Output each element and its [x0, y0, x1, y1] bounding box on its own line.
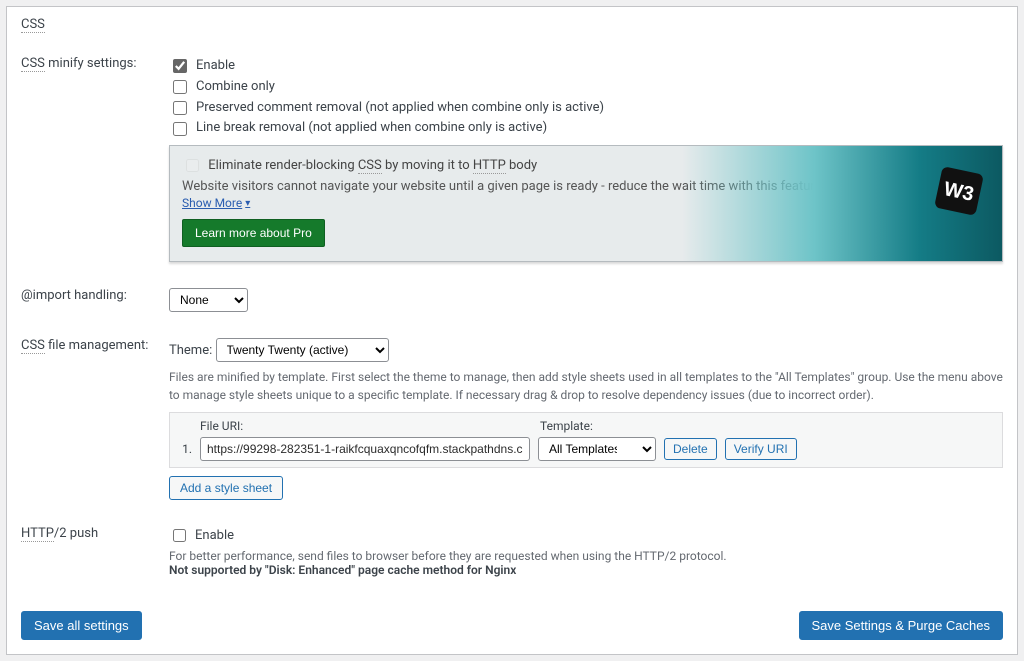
opt-combine-text: Combine only — [196, 77, 275, 98]
file-headers: File URI: Template: — [178, 419, 994, 433]
promo-checkbox-disabled — [186, 159, 199, 172]
opt-preserved-text: Preserved comment removal (not applied w… — [196, 98, 604, 119]
footer-actions: Save all settings Save Settings & Purge … — [21, 611, 1003, 640]
row-minify: CSS minify settings: Enable Combine only… — [21, 56, 1003, 262]
file-list-block: File URI: Template: 1. All Templates Del… — [169, 412, 1003, 468]
promo-desc: Website visitors cannot navigate your we… — [182, 179, 990, 194]
verify-uri-button[interactable]: Verify URI — [725, 438, 797, 460]
row-http2-push: HTTP/2 push Enable For better performanc… — [21, 526, 1003, 577]
opt-combine-checkbox[interactable] — [173, 80, 187, 94]
theme-line: Theme: Twenty Twenty (active) — [169, 338, 1003, 362]
save-purge-button[interactable]: Save Settings & Purge Caches — [799, 611, 1004, 640]
promo-headline: Eliminate render-blocking CSS by moving … — [182, 156, 990, 175]
file-uri-input[interactable] — [200, 437, 530, 461]
promo-show-more[interactable]: Show More ▾ — [182, 196, 250, 210]
opt-enable[interactable]: Enable — [169, 56, 1003, 77]
http2-desc: For better performance, send files to br… — [169, 549, 1003, 563]
file-template-select[interactable]: All Templates — [538, 437, 656, 461]
pro-promo-box: W3 Eliminate render-blocking CSS by movi… — [169, 145, 1003, 262]
import-handling-select[interactable]: None — [169, 288, 248, 312]
opt-preserved-checkbox[interactable] — [173, 101, 187, 115]
opt-linebreak[interactable]: Line break removal (not applied when com… — [169, 118, 1003, 139]
opt-enable-checkbox[interactable] — [173, 59, 187, 73]
minify-options: Enable Combine only Preserved comment re… — [169, 56, 1003, 139]
delete-button[interactable]: Delete — [664, 438, 717, 460]
learn-pro-button[interactable]: Learn more about Pro — [182, 219, 325, 247]
http2-label: HTTP/2 push — [21, 526, 169, 541]
opt-enable-text: Enable — [196, 56, 235, 77]
chevron-down-icon: ▾ — [245, 198, 250, 209]
http2-enable-text: Enable — [195, 528, 234, 543]
opt-combine[interactable]: Combine only — [169, 77, 1003, 98]
import-label: @import handling: — [21, 288, 169, 303]
minify-label: CSS minify settings: — [21, 56, 169, 71]
col-uri-header: File URI: — [200, 419, 532, 433]
theme-select[interactable]: Twenty Twenty (active) — [216, 338, 389, 362]
save-all-button[interactable]: Save all settings — [21, 611, 142, 640]
file-mgmt-label: CSS file management: — [21, 338, 169, 353]
css-settings-panel: CSS CSS minify settings: Enable Combine … — [6, 6, 1018, 655]
file-mgmt-help: Files are minified by template. First se… — [169, 368, 1003, 404]
row-file-management: CSS file management: Theme: Twenty Twent… — [21, 338, 1003, 500]
http2-enable-checkbox[interactable] — [173, 529, 186, 542]
opt-linebreak-text: Line break removal (not applied when com… — [196, 118, 547, 139]
theme-label-text: Theme: — [169, 343, 212, 358]
row-import-handling: @import handling: None — [21, 288, 1003, 312]
opt-preserved[interactable]: Preserved comment removal (not applied w… — [169, 98, 1003, 119]
col-tpl-header: Template: — [540, 419, 660, 433]
file-row-idx: 1. — [178, 442, 192, 456]
file-row-1: 1. All Templates Delete Verify URI — [178, 437, 994, 461]
opt-linebreak-checkbox[interactable] — [173, 122, 187, 136]
section-title: CSS — [21, 17, 1003, 32]
add-style-sheet-button[interactable]: Add a style sheet — [169, 476, 283, 500]
http2-unsupported: Not supported by "Disk: Enhanced" page c… — [169, 563, 1003, 577]
